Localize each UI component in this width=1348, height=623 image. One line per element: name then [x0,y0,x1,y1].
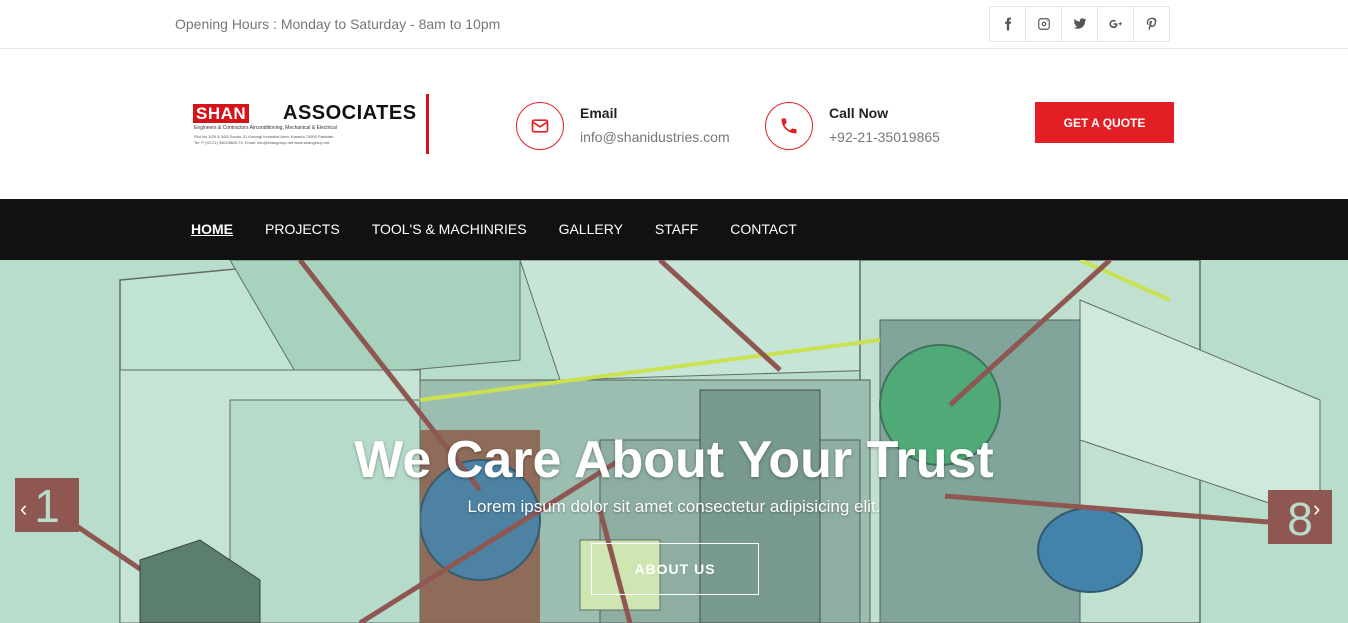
instagram-icon[interactable] [1025,6,1062,42]
facebook-icon[interactable] [989,6,1026,42]
main-navigation: HOME PROJECTS TOOL'S & MACHINRIES GALLER… [0,199,1348,260]
twitter-icon[interactable] [1061,6,1098,42]
envelope-icon [516,102,564,150]
call-value[interactable]: +92-21-35019865 [829,129,940,145]
pinterest-icon[interactable] [1133,6,1170,42]
email-contact: Email info@shanidustries.com [516,102,730,150]
hero-subtitle: Lorem ipsum dolor sit amet consectetur a… [467,497,881,516]
hero-title: We Care About Your Trust [354,431,994,489]
nav-item-projects[interactable]: PROJECTS [265,221,340,237]
logo-shan: SHAN [193,104,250,123]
nav-item-staff[interactable]: STAFF [655,221,698,237]
logo-tagline: Engineers & Contractors Airconditioning,… [194,125,337,131]
call-label: Call Now [829,105,889,121]
google-plus-icon[interactable] [1097,6,1134,42]
logo-divider [426,94,429,154]
opening-hours: Opening Hours : Monday to Saturday - 8am… [175,16,501,32]
logo-address-block: Plot No 3/29 & 3/55 Sector-21 Korangi In… [194,134,333,146]
nav-item-tools-machinries[interactable]: TOOL'S & MACHINRIES [372,221,527,237]
logo-associates: ASSOCIATES [283,102,417,124]
email-label: Email [580,105,618,121]
about-us-button[interactable]: ABOUT US [591,543,759,595]
nav-item-contact[interactable]: CONTACT [730,221,797,237]
phone-icon [765,102,813,150]
nav-item-gallery[interactable]: GALLERY [559,221,623,237]
logo-contact-line: Tel: P (92-21) 35019865-73, Email: info@… [194,140,330,145]
get-a-quote-button[interactable]: GET A QUOTE [1035,102,1174,143]
call-contact: Call Now +92-21-35019865 [765,102,940,150]
email-value[interactable]: info@shanidustries.com [580,129,730,145]
hero-slider: 1 8 ‹ › We Care About Your Trust Lorem i… [0,260,1348,623]
site-header: SHAN ASSOCIATES Engineers & Contractors … [0,49,1348,199]
top-bar: Opening Hours : Monday to Saturday - 8am… [0,0,1348,49]
company-logo[interactable]: SHAN ASSOCIATES Engineers & Contractors … [193,94,433,156]
social-links [989,6,1170,42]
nav-item-home[interactable]: HOME [191,221,233,237]
